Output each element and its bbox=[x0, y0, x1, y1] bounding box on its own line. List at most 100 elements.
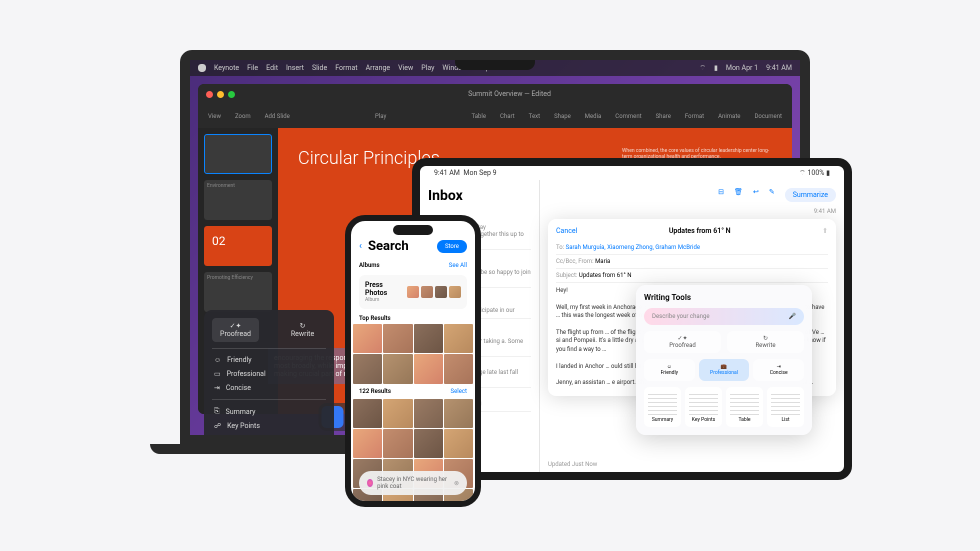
photo-thumb[interactable] bbox=[353, 354, 382, 383]
photo-thumb[interactable] bbox=[414, 324, 443, 353]
compose-icon[interactable]: ✎ bbox=[769, 188, 775, 202]
photo-thumb[interactable] bbox=[353, 429, 382, 458]
photo-thumb[interactable] bbox=[414, 429, 443, 458]
menu-file[interactable]: File bbox=[247, 64, 258, 72]
photo-thumb[interactable] bbox=[383, 354, 412, 383]
trash-icon[interactable]: 🗑 bbox=[734, 188, 743, 202]
toolbar-animate[interactable]: Animate bbox=[718, 113, 740, 120]
photo-thumb[interactable] bbox=[414, 354, 443, 383]
toolbar-table[interactable]: Table bbox=[472, 113, 487, 120]
wt-card-table[interactable]: Table bbox=[726, 387, 763, 427]
wt-rewrite[interactable]: ↻Rewrite bbox=[727, 331, 804, 353]
cancel-button[interactable]: Cancel bbox=[556, 227, 577, 235]
subject-field[interactable]: Subject: Updates from 61° N bbox=[556, 269, 828, 283]
to-field[interactable]: To: Sarah Murguía, Xiaomeng Zhong, Graha… bbox=[556, 241, 828, 255]
toolbar-text[interactable]: Text bbox=[529, 113, 540, 120]
photo-thumb[interactable] bbox=[414, 399, 443, 428]
slide-thumb-3[interactable]: 02 bbox=[204, 226, 272, 266]
toolbar-add-slide[interactable]: Add Slide bbox=[265, 113, 290, 120]
clear-icon[interactable]: ⊗ bbox=[454, 480, 459, 487]
slide-thumb-4[interactable]: Promoting Efficiency bbox=[204, 272, 272, 312]
apple-menu-icon[interactable] bbox=[198, 64, 206, 72]
lines-icon bbox=[689, 391, 718, 415]
close-button[interactable] bbox=[206, 91, 213, 98]
menu-view[interactable]: View bbox=[398, 64, 413, 72]
photo-thumb[interactable] bbox=[444, 354, 473, 383]
mic-icon[interactable]: 🎤 bbox=[789, 313, 796, 320]
doc-icon: ⎘ bbox=[214, 407, 220, 416]
send-icon[interactable]: ⬆ bbox=[822, 227, 828, 235]
top-results-grid[interactable] bbox=[351, 324, 475, 384]
tone-friendly[interactable]: ☺Friendly bbox=[212, 353, 326, 367]
wt-card-list[interactable]: List bbox=[767, 387, 804, 427]
inbox-title: Inbox bbox=[428, 188, 531, 204]
photo-thumb[interactable] bbox=[383, 324, 412, 353]
menubar-date[interactable]: Mon Apr 1 bbox=[726, 64, 758, 72]
photo-thumb[interactable] bbox=[444, 399, 473, 428]
ipad-time: 9:41 AM bbox=[434, 169, 460, 177]
menu-insert[interactable]: Insert bbox=[286, 64, 304, 72]
toolbar-share[interactable]: Share bbox=[656, 113, 671, 120]
toolbar-media[interactable]: Media bbox=[585, 113, 602, 120]
writing-tools-popover-mac: ✓✦ Proofread ↻ Rewrite ☺Friendly ▭Profes… bbox=[204, 310, 334, 435]
menubar-time[interactable]: 9:41 AM bbox=[766, 64, 792, 72]
wt-title: Writing Tools bbox=[644, 293, 804, 302]
battery-icon[interactable]: ▮ bbox=[714, 64, 718, 72]
key-icon: ☍ bbox=[214, 422, 221, 430]
photo-thumb[interactable] bbox=[444, 429, 473, 458]
see-all-link[interactable]: See All bbox=[449, 262, 467, 269]
toolbar-document[interactable]: Document bbox=[754, 113, 782, 120]
toolbar-format[interactable]: Format bbox=[685, 113, 704, 120]
app-name[interactable]: Keynote bbox=[214, 64, 239, 72]
wt-card-keypoints[interactable]: Key Points bbox=[685, 387, 722, 427]
archive-icon[interactable]: ⊟ bbox=[718, 188, 724, 202]
toolbar-play[interactable]: Play bbox=[375, 113, 386, 120]
wt-tone-concise[interactable]: ⇥Concise bbox=[753, 359, 804, 381]
slide-thumb-2[interactable]: Environment bbox=[204, 180, 272, 220]
cc-field[interactable]: Cc/Bcc, From: Maria bbox=[556, 255, 828, 269]
tone-professional[interactable]: ▭Professional bbox=[212, 367, 326, 381]
wt-proofread[interactable]: ✓✦Proofread bbox=[644, 331, 721, 353]
menu-arrange[interactable]: Arrange bbox=[366, 64, 391, 72]
mail-main: ⊟ 🗑 ↩ ✎ Summarize 9:41 AM Cancel Updates… bbox=[540, 180, 844, 472]
menu-format[interactable]: Format bbox=[335, 64, 357, 72]
photo-thumb[interactable] bbox=[444, 324, 473, 353]
toolbar-view[interactable]: View bbox=[208, 113, 221, 120]
menu-edit[interactable]: Edit bbox=[266, 64, 278, 72]
search-suggestion-pill[interactable]: Stacey in NYC wearing her pink coat ⊗ bbox=[359, 471, 467, 495]
menu-slide[interactable]: Slide bbox=[312, 64, 327, 72]
toolbar-comment[interactable]: Comment bbox=[615, 113, 641, 120]
zoom-button[interactable] bbox=[228, 91, 235, 98]
wifi-icon[interactable]: ⌔ bbox=[699, 64, 706, 73]
slide-thumb-1[interactable] bbox=[204, 134, 272, 174]
photo-thumb[interactable] bbox=[383, 399, 412, 428]
photo-thumb[interactable] bbox=[353, 399, 382, 428]
reply-icon[interactable]: ↩ bbox=[753, 188, 759, 202]
photo-thumb[interactable] bbox=[353, 324, 382, 353]
toolbar-shape[interactable]: Shape bbox=[554, 113, 571, 120]
proofread-button[interactable]: ✓✦ Proofread bbox=[212, 318, 259, 342]
tone-concise[interactable]: ⇥Concise bbox=[212, 381, 326, 395]
wt-prompt-input[interactable]: Describe your change 🎤 bbox=[644, 308, 804, 325]
action-summary[interactable]: ⎘Summary bbox=[212, 404, 326, 419]
menubar-app-menus: Keynote File Edit Insert Slide Format Ar… bbox=[214, 64, 490, 72]
minimize-button[interactable] bbox=[217, 91, 224, 98]
album-card[interactable]: Press Photos Album bbox=[359, 275, 467, 309]
back-button[interactable]: ‹ bbox=[359, 241, 362, 252]
wt-tone-professional[interactable]: 💼Professional bbox=[699, 359, 750, 381]
toolbar-chart[interactable]: Chart bbox=[500, 113, 515, 120]
toolbar-zoom[interactable]: Zoom bbox=[235, 113, 251, 120]
action-keypoints[interactable]: ☍Key Points bbox=[212, 419, 326, 433]
select-button[interactable]: Select bbox=[451, 388, 468, 395]
store-button[interactable]: Store bbox=[437, 240, 467, 253]
rewrite-button[interactable]: ↻ Rewrite bbox=[279, 318, 326, 342]
action-list[interactable]: ≡List bbox=[212, 433, 326, 435]
photo-thumb[interactable] bbox=[383, 429, 412, 458]
menu-play[interactable]: Play bbox=[421, 64, 434, 72]
wt-card-summary[interactable]: Summary bbox=[644, 387, 681, 427]
top-results-label: Top Results bbox=[359, 315, 391, 322]
wt-tone-friendly[interactable]: ☺Friendly bbox=[644, 359, 695, 381]
briefcase-icon: ▭ bbox=[214, 370, 221, 378]
summarize-button[interactable]: Summarize bbox=[785, 188, 836, 202]
window-titlebar[interactable]: Summit Overview — Edited bbox=[198, 84, 792, 104]
